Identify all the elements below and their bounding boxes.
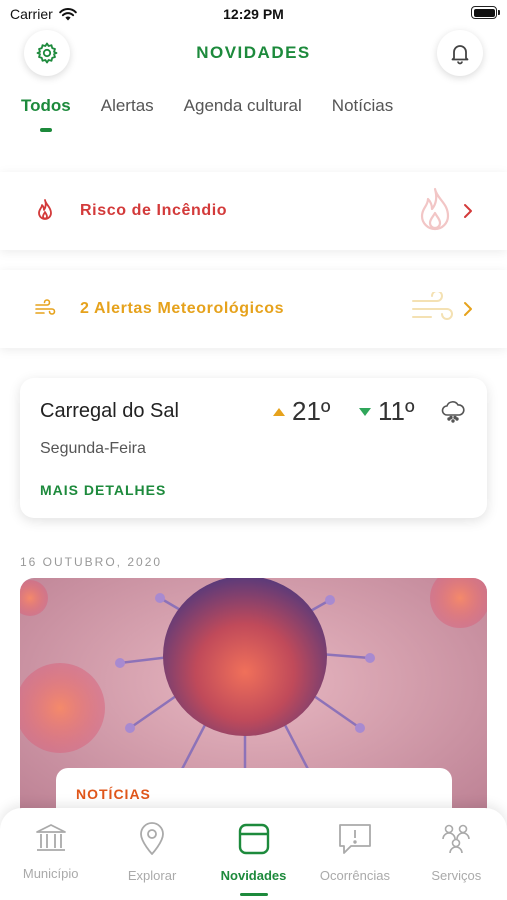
page-title: NOVIDADES [196,43,311,62]
nav-municipio-label: Município [22,866,79,881]
status-bar: Carrier 12:29 PM [0,0,507,28]
notifications-button[interactable] [437,30,483,76]
weather-day: Segunda-Feira [40,440,146,457]
news-icon [238,823,269,855]
feed-date: 16 OUTUBRO, 2020 [20,555,163,569]
alert-message-icon [339,824,371,854]
filter-tabs: Todos Alertas Agenda cultural Notícias [21,96,393,116]
triangle-down-icon [359,407,371,416]
map-pin-icon [140,822,165,855]
min-temperature: 11º [358,396,415,427]
max-temperature-value: 21º [292,396,331,426]
flame-icon [38,199,52,220]
tab-alertas[interactable]: Alertas [101,96,154,116]
services-icon [442,824,471,854]
weather-city: Carregal do Sal [40,400,179,422]
bell-icon [451,45,469,65]
nav-ocorrencias[interactable]: Ocorrências [304,808,405,900]
nav-novidades[interactable]: Novidades [203,808,304,900]
weather-alerts-label: 2 Alertas Meteorológicos [80,300,285,317]
battery-icon [471,6,500,19]
nav-explorar-label: Explorar [127,868,177,883]
building-icon [35,824,66,851]
bottom-navigation: Município Explorar Novidades Ocorrências… [0,808,507,900]
more-details-link[interactable]: MAIS DETALHES [40,482,166,498]
chevron-right-icon [464,302,472,316]
tab-noticias[interactable]: Notícias [332,96,393,116]
nav-servicos[interactable]: Serviços [406,808,507,900]
nav-ocorrencias-label: Ocorrências [319,868,390,883]
triangle-up-icon [273,407,285,416]
news-category: NOTÍCIAS [76,786,151,802]
cloud-rain-icon [441,401,465,423]
tab-agenda-cultural[interactable]: Agenda cultural [184,96,302,116]
weather-card[interactable]: Carregal do Sal 21º 11º Segunda-Feira MA… [20,378,487,518]
tab-todos[interactable]: Todos [21,96,71,116]
weather-alerts[interactable]: 2 Alertas Meteorológicos [0,270,507,348]
top-bar: NOVIDADES [0,30,507,76]
nav-novidades-label: Novidades [220,868,287,883]
nav-municipio[interactable]: Município [0,808,101,900]
chevron-right-icon [464,204,472,218]
nav-servicos-label: Serviços [431,868,482,883]
nav-explorar[interactable]: Explorar [101,808,202,900]
news-card[interactable]: NOTÍCIAS [20,578,487,838]
fire-risk-alert[interactable]: Risco de Incêndio [0,172,507,250]
min-temperature-value: 11º [378,396,415,426]
fire-risk-label: Risco de Incêndio [80,202,228,219]
wind-watermark-icon [412,292,453,320]
max-temperature: 21º [272,396,330,427]
flame-watermark-icon [420,187,450,231]
wind-icon [35,299,56,315]
clock: 12:29 PM [223,6,284,22]
